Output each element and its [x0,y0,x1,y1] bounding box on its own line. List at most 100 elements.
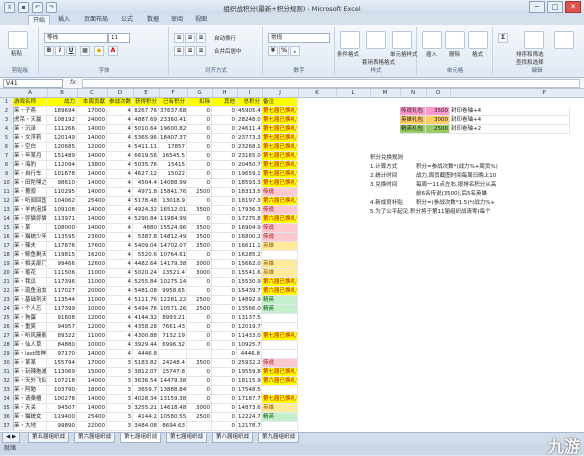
table-cell[interactable]: 0 [187,287,212,296]
table-cell[interactable]: 0 [187,152,212,161]
table-cell[interactable]: 20000 [77,287,107,296]
table-cell[interactable] [262,251,298,260]
table-cell[interactable]: 15747.8 [159,368,187,377]
table-cell[interactable]: 15000 [77,368,107,377]
column-title[interactable]: 总积分 [237,98,262,107]
table-cell[interactable]: 4 [107,152,133,161]
table-cell[interactable]: 茉・基础剂天行 [13,296,47,305]
table-cell[interactable]: 4 [107,323,133,332]
row-number[interactable]: 6 [0,143,14,152]
row-number[interactable]: 31 [0,368,14,377]
font-color-icon[interactable]: A [108,46,118,56]
prize-description[interactable]: 封印卷轴+4 [450,107,570,116]
table-cell[interactable]: 91608 [47,314,77,323]
table-cell[interactable]: 19559.87 [237,368,262,377]
table-cell[interactable]: 0 [187,368,212,377]
table-cell[interactable]: 11433.07 [237,332,262,341]
table-cell[interactable]: 茉・琉鱼治女 [13,287,47,296]
row-number[interactable]: 12 [0,197,14,206]
row-number[interactable]: 11 [0,188,14,197]
prize-description[interactable]: 封印卷轴+2 [450,125,570,134]
table-cell[interactable]: 茉・相关部门 [13,260,47,269]
column-title[interactable]: 参战次数 [107,98,133,107]
table-format-button[interactable]: 套用表格格式 [362,58,395,66]
table-cell[interactable]: 0 [187,332,212,341]
table-cell[interactable]: 12178.71 [237,422,262,431]
table-cell[interactable]: 5387.8 [133,233,159,242]
table-cell[interactable]: 11000 [77,332,107,341]
row-number[interactable]: 15 [0,224,14,233]
table-cell[interactable]: 113069 [47,368,77,377]
table-cell[interactable]: 茉・天外飞仙 [13,377,47,386]
table-cell[interactable]: 100278 [47,395,77,404]
table-cell[interactable]: 17000 [77,359,107,368]
table-cell[interactable]: 茉・请桑檀 [13,395,47,404]
sheet-tab[interactable]: 第七届组织战 [120,433,162,443]
table-cell[interactable]: 189694 [47,107,77,116]
table-cell[interactable]: 茉・田陀嘿之9 [13,179,47,188]
table-cell[interactable]: 14873.69 [237,404,262,413]
table-cell[interactable]: 0 [212,305,237,314]
table-cell[interactable]: 3500 [187,242,212,251]
table-cell[interactable]: 4446.8 [237,350,262,359]
table-cell[interactable]: 4482.64 [133,260,159,269]
table-cell[interactable]: 0 [187,161,212,170]
name-box[interactable]: V41 [3,79,63,88]
autosum-icon[interactable]: Σ [498,33,508,43]
table-cell[interactable]: 0 [187,278,212,287]
table-cell[interactable]: 4 [107,314,133,323]
prize-points[interactable]: 3500 [426,107,450,116]
column-header-b[interactable]: B [47,89,78,97]
table-cell[interactable]: 15439.73 [237,287,262,296]
table-cell[interactable]: 0 [212,143,237,152]
table-cell[interactable]: 0 [187,323,212,332]
table-cell[interactable]: 5020.24 [133,269,159,278]
row-number[interactable]: 36 [0,413,14,422]
table-cell[interactable] [187,350,212,359]
table-cell[interactable]: 14812.49 [159,233,187,242]
row-number[interactable]: 2 [0,107,14,116]
table-cell[interactable]: 3 [107,377,133,386]
table-cell[interactable]: 4 [107,188,133,197]
merge-center-button[interactable]: 合并后居中 [214,47,242,55]
table-cell[interactable]: 24000 [77,116,107,125]
underline-button[interactable]: U [66,46,76,56]
table-cell[interactable]: 14179.38 [159,260,187,269]
row-number[interactable]: 35 [0,404,14,413]
table-cell[interactable]: 120685 [47,143,77,152]
table-cell[interactable]: 茉・辣夫 [13,242,47,251]
table-cell[interactable]: 茉・玩辣拖滩 [13,368,47,377]
tab-insert[interactable]: 插入 [54,15,74,25]
table-cell[interactable]: 0 [212,197,237,206]
find-select-button[interactable]: 查找和选择 [516,58,544,66]
tab-page-layout[interactable]: 页面布局 [80,15,112,25]
table-cell[interactable]: 第六届已换礼包 [262,287,298,296]
table-cell[interactable]: 4 [107,143,133,152]
table-cell[interactable]: 0 [187,125,212,134]
table-cell[interactable]: 0 [212,287,237,296]
table-cell[interactable]: 16611.11 [237,242,262,251]
table-cell[interactable]: 28248.09 [237,116,262,125]
column-header-i[interactable]: I [237,89,263,97]
table-cell[interactable]: 3659.7 [133,386,159,395]
table-cell[interactable]: 3812.07 [133,368,159,377]
table-cell[interactable]: 111506 [47,269,77,278]
minimize-button[interactable]: ─ [529,1,545,13]
table-cell[interactable]: 第七届已换礼包 [262,143,298,152]
table-cell[interactable]: 4627.12 [133,170,159,179]
table-cell[interactable]: 2500 [187,188,212,197]
table-cell[interactable]: 25400 [77,413,107,422]
table-cell[interactable]: 4 [107,125,133,134]
table-cell[interactable]: 17600 [77,242,107,251]
table-cell[interactable]: 第六届已换礼包 [262,197,298,206]
table-cell[interactable]: 0 [187,215,212,224]
table-cell[interactable]: 18593.39 [237,179,262,188]
table-cell[interactable]: 4300.88 [133,332,159,341]
wrap-text-button[interactable]: 自动换行 [214,34,236,42]
table-cell[interactable]: 茉・猫统少年 [13,233,47,242]
table-cell[interactable]: 16512.01 [159,206,187,215]
table-cell[interactable]: 0 [187,179,212,188]
row-number[interactable]: 9 [0,170,14,179]
table-cell[interactable]: 22000 [77,422,107,431]
row-number[interactable]: 21 [0,278,14,287]
